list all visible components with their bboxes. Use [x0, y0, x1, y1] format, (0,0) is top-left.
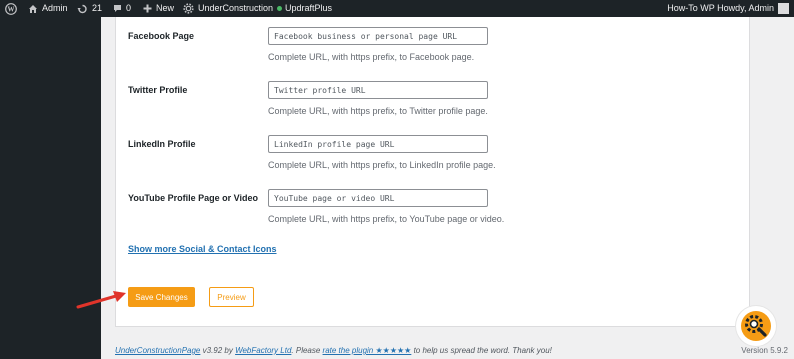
facebook-page-label: Facebook Page [128, 31, 195, 41]
status-dot [277, 6, 283, 11]
updraftplus-label: UpdraftPlus [285, 3, 333, 13]
comments-count: 0 [126, 3, 132, 13]
wordpress-logo-icon[interactable]: W [5, 0, 17, 17]
plugin-link[interactable]: UnderConstructionPage [115, 346, 200, 355]
help-widget-button[interactable] [736, 306, 776, 346]
updates-icon [77, 4, 87, 13]
version-by-text: v3.92 by [200, 346, 236, 355]
site-name-menu[interactable]: Admin [28, 0, 68, 17]
home-icon [29, 4, 37, 13]
updraftplus-menu[interactable]: UpdraftPlus [285, 0, 332, 17]
facebook-page-input[interactable]: Facebook business or personal page URL [268, 27, 488, 45]
save-changes-button[interactable]: Save Changes [128, 287, 195, 307]
facebook-page-help: Complete URL, with https prefix, to Face… [268, 52, 475, 62]
settings-card [115, 17, 750, 327]
rate-plugin-link[interactable]: rate the plugin ★★★★★ [323, 346, 412, 355]
admin-footer: UnderConstructionPage v3.92 by WebFactor… [115, 346, 552, 355]
account-menu[interactable]: How-To WP Howdy, Admin [667, 0, 789, 17]
underconstruction-label: UnderConstruction [198, 3, 274, 13]
wp-version: Version 5.9.2 [741, 346, 788, 355]
twitter-profile-help: Complete URL, with https prefix, to Twit… [268, 106, 488, 116]
plus-icon [143, 4, 152, 13]
admin-bar: W Admin 21 0 New UnderConstruction Updra… [0, 0, 794, 17]
underconstruction-menu[interactable]: UnderConstruction [183, 0, 283, 17]
footer-tail-text: to help us spread the word. Thank you! [411, 346, 552, 355]
preview-button[interactable]: Preview [209, 287, 254, 307]
svg-text:W: W [8, 5, 15, 13]
author-link[interactable]: WebFactory Ltd [235, 346, 291, 355]
comments-menu[interactable]: 0 [113, 0, 131, 17]
youtube-profile-help: Complete URL, with https prefix, to YouT… [268, 214, 505, 224]
gear-icon [183, 3, 194, 14]
show-more-icons-link[interactable]: Show more Social & Contact Icons [128, 244, 277, 254]
please-text: . Please [291, 346, 323, 355]
site-name-label: Admin [42, 3, 68, 13]
twitter-profile-label: Twitter Profile [128, 85, 188, 95]
linkedin-profile-help: Complete URL, with https prefix, to Link… [268, 160, 496, 170]
avatar [778, 3, 789, 14]
howdy-text: How-To WP Howdy, Admin [667, 3, 774, 13]
red-arrow-icon [76, 291, 126, 309]
twitter-profile-input[interactable]: Twitter profile URL [268, 81, 488, 99]
new-label: New [156, 3, 175, 13]
comment-icon [114, 5, 121, 12]
updates-count: 21 [92, 3, 103, 13]
linkedin-profile-input[interactable]: LinkedIn profile page URL [268, 135, 488, 153]
updates-menu[interactable]: 21 [77, 0, 102, 17]
linkedin-profile-label: LinkedIn Profile [128, 139, 196, 149]
new-content-menu[interactable]: New [143, 0, 174, 17]
youtube-profile-input[interactable]: YouTube page or video URL [268, 189, 488, 207]
youtube-profile-label: YouTube Profile Page or Video [128, 193, 259, 203]
gear-search-icon [741, 311, 771, 341]
